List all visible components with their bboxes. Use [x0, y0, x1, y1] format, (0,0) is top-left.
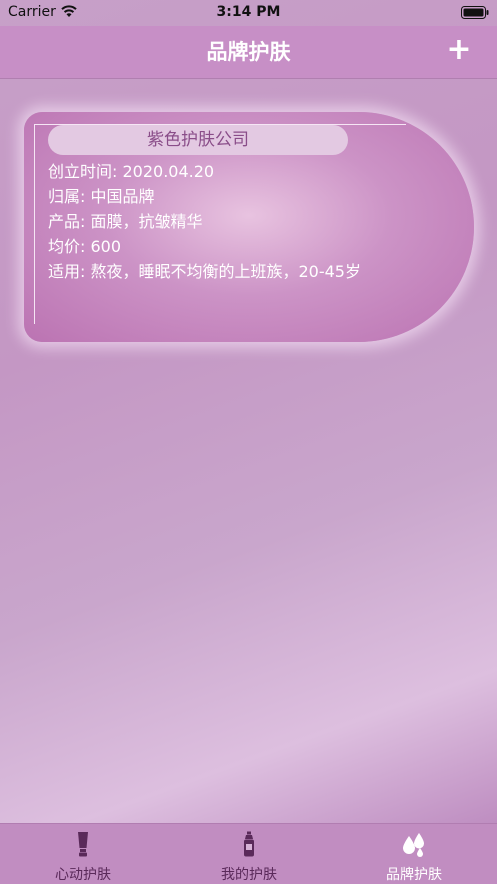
tab-brand-skincare[interactable]: 品牌护肤 [331, 824, 497, 884]
card-frame-line [34, 124, 35, 324]
brand-name: 紫色护肤公司 [48, 125, 348, 155]
nav-bar: 品牌护肤 + [0, 26, 497, 79]
brand-founded-date: 创立时间: 2020.04.20 [48, 162, 215, 181]
brand-average-price: 均价: 600 [48, 237, 122, 256]
brand-origin: 归属: 中国品牌 [48, 187, 155, 206]
tab-label: 心动护肤 [55, 867, 111, 883]
status-time: 3:14 PM [216, 4, 281, 20]
tab-label: 品牌护肤 [386, 867, 442, 883]
brand-details: 创立时间: 2020.04.20 归属: 中国品牌 产品: 面膜，抗皱精华 均价… [48, 159, 361, 284]
bottle-icon [244, 831, 254, 857]
tube-icon [78, 832, 88, 857]
tab-heart-skincare[interactable]: 心动护肤 [0, 824, 166, 884]
page-title: 品牌护肤 [206, 40, 291, 64]
battery-icon [461, 6, 489, 19]
tab-bar: 心动护肤 我的护肤 品牌护肤 [0, 823, 497, 884]
tab-my-skincare[interactable]: 我的护肤 [166, 824, 332, 884]
tab-label: 我的护肤 [221, 867, 277, 883]
brand-card[interactable]: 紫色护肤公司 创立时间: 2020.04.20 归属: 中国品牌 产品: 面膜，… [24, 112, 474, 342]
brand-target-users: 适用: 熬夜，睡眠不均衡的上班族，20-45岁 [48, 262, 361, 281]
status-bar: Carrier 3:14 PM [0, 0, 497, 26]
add-button[interactable]: + [445, 34, 473, 66]
drops-icon [403, 833, 424, 857]
brand-products: 产品: 面膜，抗皱精华 [48, 212, 203, 231]
